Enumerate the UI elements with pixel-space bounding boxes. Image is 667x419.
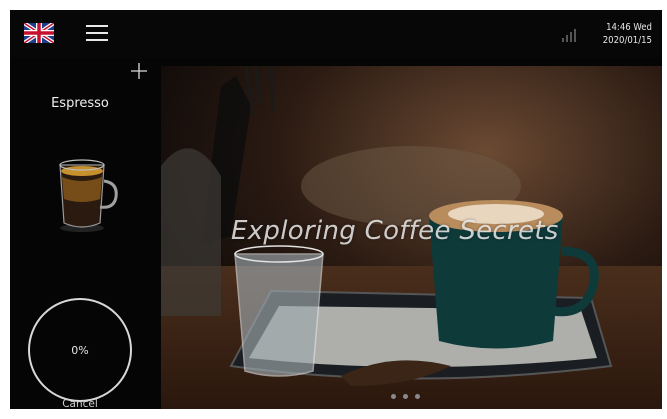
carousel-dot[interactable] — [391, 394, 396, 399]
espresso-cup-icon — [59, 159, 118, 232]
clock: 14:46 Wed 2020/01/15 — [603, 21, 652, 47]
coffee-machine-screen: 14:46 Wed 2020/01/15 Espresso 0% Cancel — [10, 10, 662, 409]
cancel-button[interactable]: Cancel — [10, 398, 150, 409]
uk-flag-icon[interactable] — [24, 23, 54, 43]
carousel-dots — [391, 394, 420, 399]
drink-name: Espresso — [51, 96, 109, 111]
banner-title: Exploring Coffee Secrets — [231, 216, 559, 246]
date: 2020/01/15 — [602, 35, 652, 46]
progress-ring[interactable]: 0% — [28, 298, 132, 402]
promo-banner[interactable]: Exploring Coffee Secrets — [161, 66, 662, 409]
time-day: 14:46 Wed — [606, 22, 652, 33]
hamburger-menu-icon[interactable] — [86, 24, 108, 42]
top-bar: 14:46 Wed 2020/01/15 — [10, 10, 662, 58]
drink-panel: Espresso 0% Cancel — [10, 58, 160, 409]
plus-icon[interactable] — [130, 62, 148, 80]
carousel-dot[interactable] — [403, 394, 408, 399]
carousel-dot[interactable] — [415, 394, 420, 399]
signal-strength-icon — [562, 29, 576, 42]
progress-percent: 0% — [71, 343, 89, 357]
